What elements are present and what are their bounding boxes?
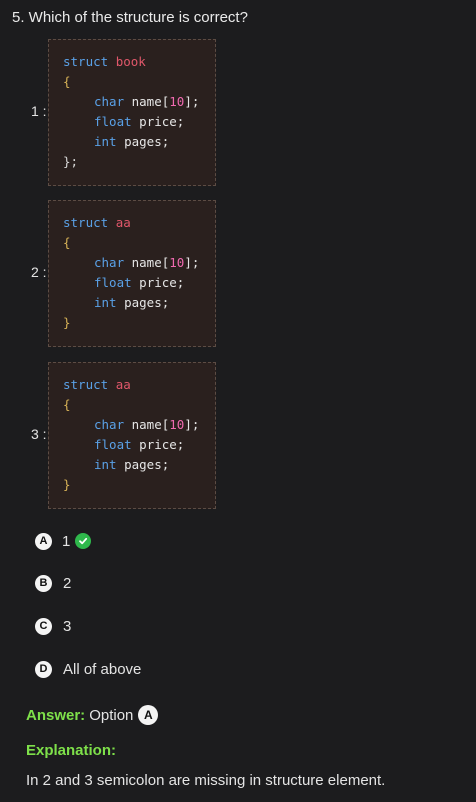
option-letter-badge: D — [35, 660, 52, 678]
code-keyword: struct — [63, 377, 109, 392]
code-field: price; — [131, 114, 185, 129]
code-close: } — [63, 477, 71, 492]
code-struct-name: book — [115, 54, 146, 69]
code-field-end: ]; — [184, 255, 200, 270]
code-line: char name[10]; — [49, 92, 215, 112]
code-field: name[ — [124, 255, 170, 270]
code-line: int pages; — [49, 132, 215, 152]
option-label: 1 — [62, 532, 71, 550]
code-line: } — [49, 313, 215, 333]
code-block: struct aa { char name[10]; float price; … — [48, 200, 216, 347]
answer-text: Option — [89, 706, 134, 724]
code-close: } — [63, 315, 71, 330]
code-line: { — [49, 72, 215, 92]
snippet-number: 3 : — [31, 426, 47, 442]
snippet-number: 1 : — [31, 103, 47, 119]
option-a[interactable]: A 1 — [35, 531, 92, 551]
answer-line: Answer: Option A — [26, 705, 159, 725]
check-circle-icon — [75, 533, 92, 549]
code-type: float — [94, 437, 132, 452]
code-type: char — [94, 255, 125, 270]
code-open-brace: { — [63, 235, 71, 250]
explanation-text: In 2 and 3 semicolon are missing in stru… — [26, 772, 386, 789]
code-line: struct aa — [49, 213, 215, 233]
code-line: { — [49, 233, 215, 253]
code-line: float price; — [49, 273, 215, 293]
code-number: 10 — [169, 255, 185, 270]
code-struct-name: aa — [115, 377, 131, 392]
code-line: char name[10]; — [49, 253, 215, 273]
code-keyword: struct — [63, 54, 109, 69]
code-line: { — [49, 395, 215, 415]
option-label: 3 — [63, 617, 72, 635]
code-field: price; — [131, 437, 185, 452]
code-number: 10 — [169, 94, 185, 109]
code-field: pages; — [116, 457, 170, 472]
code-field-end: ]; — [184, 417, 200, 432]
code-line: int pages; — [49, 293, 215, 313]
code-open-brace: { — [63, 74, 71, 89]
code-type: char — [94, 417, 125, 432]
code-line: float price; — [49, 112, 215, 132]
answer-label: Answer: — [26, 706, 86, 724]
code-open-brace: { — [63, 397, 71, 412]
option-b[interactable]: B 2 — [35, 573, 71, 593]
code-field: pages; — [116, 134, 170, 149]
code-number: 10 — [169, 417, 185, 432]
option-letter-badge: A — [35, 532, 52, 550]
snippet-number: 2 : — [31, 264, 47, 280]
code-field-end: ]; — [184, 94, 200, 109]
code-field: name[ — [124, 94, 170, 109]
code-line: } — [49, 475, 215, 495]
code-line: struct aa — [49, 375, 215, 395]
code-line: }; — [49, 152, 215, 172]
code-field: pages; — [116, 295, 170, 310]
option-d[interactable]: D All of above — [35, 659, 141, 679]
code-field: price; — [131, 275, 185, 290]
code-type: float — [94, 114, 132, 129]
option-c[interactable]: C 3 — [35, 616, 71, 636]
option-label: 2 — [63, 574, 72, 592]
code-type: float — [94, 275, 132, 290]
code-line: struct book — [49, 52, 215, 72]
code-type: char — [94, 94, 125, 109]
code-type: int — [94, 457, 117, 472]
answer-letter-badge: A — [138, 705, 159, 725]
option-label: All of above — [63, 660, 142, 678]
code-close: }; — [63, 154, 79, 169]
code-keyword: struct — [63, 215, 109, 230]
code-type: int — [94, 134, 117, 149]
code-line: char name[10]; — [49, 415, 215, 435]
code-line: float price; — [49, 435, 215, 455]
question-title: 5. Which of the structure is correct? — [12, 9, 248, 26]
code-block: struct book { char name[10]; float price… — [48, 39, 216, 186]
code-field: name[ — [124, 417, 170, 432]
option-letter-badge: B — [35, 574, 52, 592]
explanation-label: Explanation: — [26, 742, 117, 759]
code-struct-name: aa — [115, 215, 131, 230]
code-type: int — [94, 295, 117, 310]
code-block: struct aa { char name[10]; float price; … — [48, 362, 216, 509]
code-line: int pages; — [49, 455, 215, 475]
option-letter-badge: C — [35, 617, 52, 635]
